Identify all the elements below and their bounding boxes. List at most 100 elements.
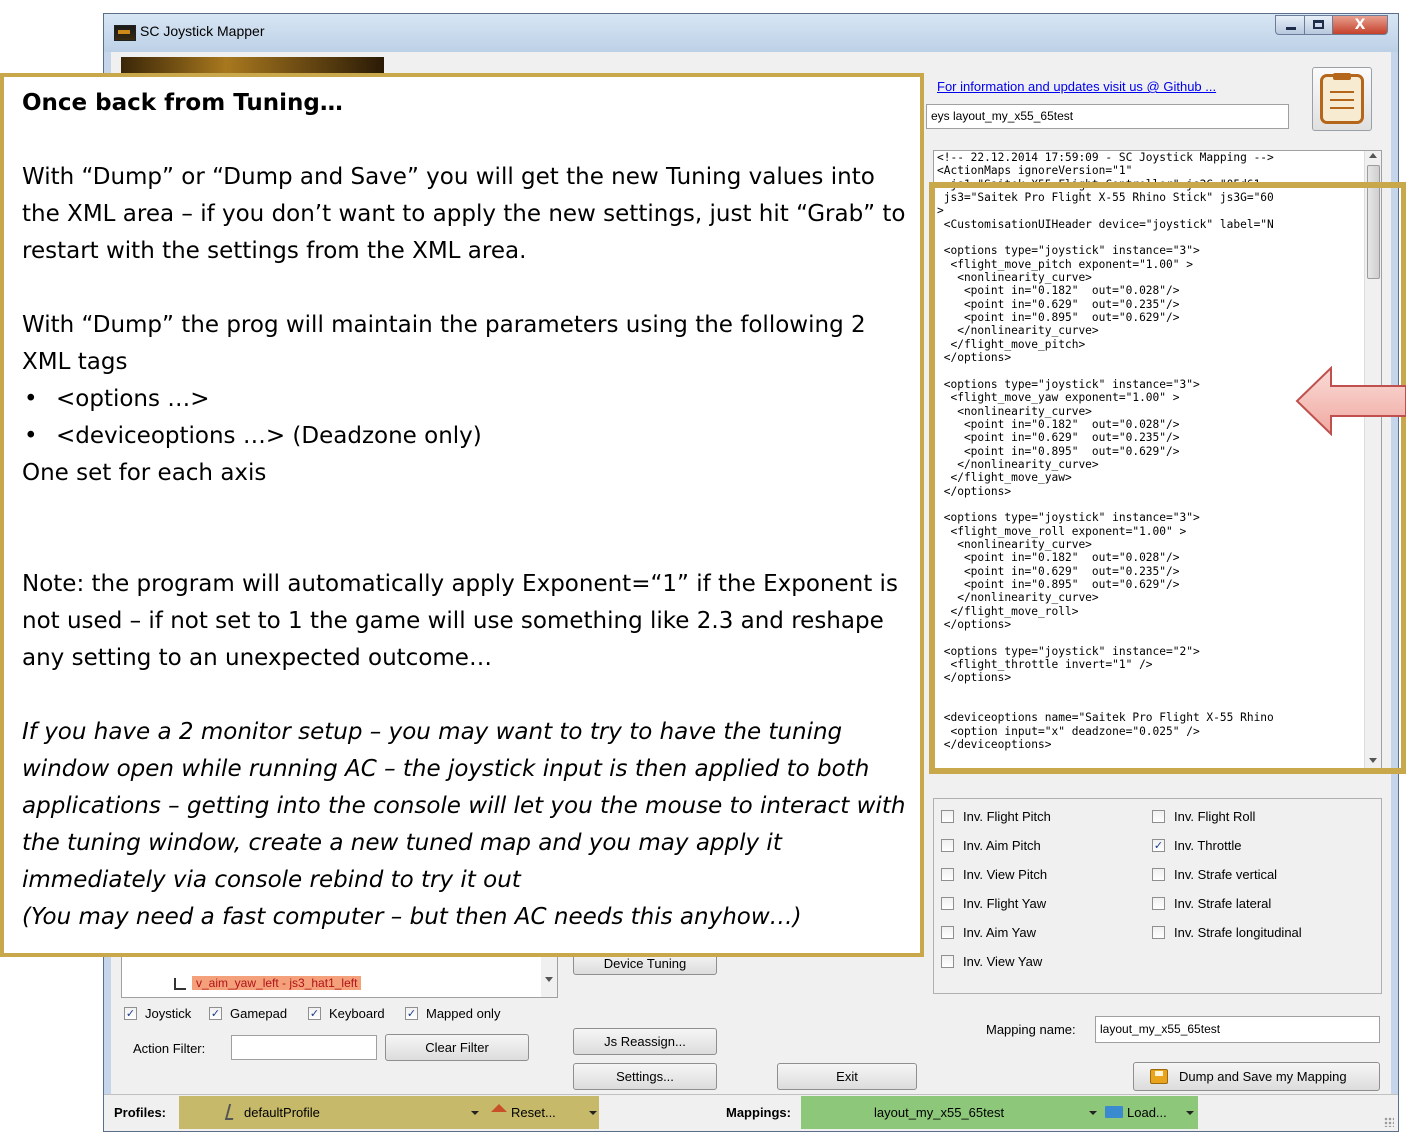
maximize-button[interactable]: [1304, 15, 1333, 35]
inv-item[interactable]: Inv. Flight Pitch: [941, 809, 1141, 827]
filter-checkbox[interactable]: ✓: [209, 1007, 222, 1020]
inv-checkbox[interactable]: [1152, 810, 1165, 823]
inv-label: Inv. Throttle: [1174, 838, 1242, 853]
reset-button[interactable]: Reset...: [511, 1105, 556, 1120]
bullet-glyph: •: [24, 423, 38, 449]
filter-gamepad[interactable]: ✓ Gamepad: [209, 1006, 309, 1024]
tree-item-icon: [174, 978, 186, 990]
title-bar[interactable]: SC Joystick Mapper X: [104, 14, 1398, 52]
app-icon: [114, 25, 136, 41]
chevron-down-icon: [1186, 1111, 1194, 1115]
inv-label: Inv. Strafe longitudinal: [1174, 925, 1302, 940]
annotation-paragraph: Note: the program will automatically app…: [22, 571, 898, 671]
tree-item-selected[interactable]: v_aim_yaw_left - js3_hat1_left: [192, 976, 362, 990]
clipboard-button[interactable]: [1312, 67, 1372, 131]
inv-checkbox[interactable]: [941, 955, 954, 968]
inv-checkbox[interactable]: [1152, 926, 1165, 939]
close-icon: X: [1354, 17, 1366, 33]
inv-item[interactable]: Inv. Strafe lateral: [1152, 896, 1352, 914]
chevron-down-icon: [545, 977, 553, 982]
inv-item[interactable]: Inv. Strafe vertical: [1152, 867, 1352, 885]
filter-label: Joystick: [145, 1006, 192, 1021]
xml-scrollbar[interactable]: [1364, 151, 1381, 772]
filter-keyboard[interactable]: ✓ Keyboard: [308, 1006, 408, 1024]
inv-checkbox[interactable]: [941, 839, 954, 852]
action-filter-input[interactable]: [231, 1035, 377, 1060]
dump-save-button[interactable]: Dump and Save my Mapping: [1133, 1062, 1380, 1091]
inv-item[interactable]: Inv. Flight Roll: [1152, 809, 1352, 827]
load-button[interactable]: Load...: [1127, 1105, 1167, 1120]
inv-checkbox[interactable]: ✓: [1152, 839, 1165, 852]
inv-label: Inv. Flight Roll: [1174, 809, 1256, 824]
inv-checkbox[interactable]: [1152, 868, 1165, 881]
annotation-text: Once back from Tuning… With “Dump” or “D…: [22, 85, 912, 936]
profile-value: defaultProfile: [244, 1105, 320, 1120]
annotation-callout: Once back from Tuning… With “Dump” or “D…: [0, 73, 924, 957]
scroll-up-icon[interactable]: [1369, 153, 1377, 158]
inv-checkbox[interactable]: [941, 926, 954, 939]
mappings-label: Mappings:: [726, 1105, 791, 1120]
annotation-paragraph: With “Dump” or “Dump and Save” you will …: [22, 164, 906, 264]
status-bar: Profiles: defaultProfile Reset... Mappin…: [104, 1094, 1398, 1131]
profiles-label: Profiles:: [114, 1105, 167, 1120]
annotation-italic: (You may need a fast computer – but then…: [22, 904, 802, 930]
scroll-thumb[interactable]: [1367, 165, 1380, 279]
mapping-name-input[interactable]: layout_my_x55_65test: [1095, 1016, 1380, 1043]
inv-checkbox[interactable]: [941, 897, 954, 910]
invert-options-panel: Inv. Flight Pitch Inv. Flight Roll Inv. …: [933, 798, 1382, 994]
js-reassign-button[interactable]: Js Reassign...: [573, 1028, 717, 1055]
xml-textbox[interactable]: <!-- 22.12.2014 17:59:09 - SC Joystick M…: [933, 150, 1382, 773]
inv-checkbox[interactable]: [1152, 897, 1165, 910]
filter-checkbox[interactable]: ✓: [405, 1007, 418, 1020]
annotation-bullet: • <options …>: [22, 381, 912, 418]
inv-checkbox[interactable]: [941, 810, 954, 823]
minimize-icon: [1286, 27, 1296, 30]
window-title: SC Joystick Mapper: [140, 23, 265, 39]
resize-grip-icon[interactable]: [1384, 1117, 1394, 1127]
inv-item[interactable]: ✓ Inv. Throttle: [1152, 838, 1352, 856]
annotation-italic: If you have a 2 monitor setup – you may …: [22, 719, 906, 893]
inv-item[interactable]: Inv. Aim Yaw: [941, 925, 1141, 943]
mapping-selector[interactable]: layout_my_x55_65test Load...: [801, 1096, 1198, 1129]
mapping-name-label: Mapping name:: [986, 1022, 1076, 1037]
inv-item[interactable]: Inv. Aim Pitch: [941, 838, 1141, 856]
filter-joystick[interactable]: ✓ Joystick: [124, 1006, 214, 1024]
filter-mapped-only[interactable]: ✓ Mapped only: [405, 1006, 525, 1024]
inv-label: Inv. Strafe lateral: [1174, 896, 1272, 911]
github-link[interactable]: For information and updates visit us @ G…: [937, 79, 1216, 94]
exit-button[interactable]: Exit: [777, 1063, 917, 1090]
filter-label: Mapped only: [426, 1006, 501, 1021]
xml-content: <!-- 22.12.2014 17:59:09 - SC Joystick M…: [937, 151, 1274, 752]
inv-item[interactable]: Inv. View Pitch: [941, 867, 1141, 885]
settings-button[interactable]: Settings...: [573, 1063, 717, 1090]
filter-label: Keyboard: [329, 1006, 385, 1021]
save-icon: [1150, 1069, 1168, 1084]
minimize-button[interactable]: [1275, 15, 1305, 35]
reset-icon: [491, 1104, 507, 1112]
scroll-down-icon[interactable]: [1369, 758, 1377, 763]
inv-checkbox[interactable]: [941, 868, 954, 881]
inv-label: Inv. Strafe vertical: [1174, 867, 1278, 882]
clear-filter-button[interactable]: Clear Filter: [385, 1034, 529, 1061]
inv-item[interactable]: Inv. View Yaw: [941, 954, 1141, 972]
filter-checkbox[interactable]: ✓: [308, 1007, 321, 1020]
profile-selector[interactable]: defaultProfile Reset...: [179, 1096, 599, 1129]
bullet-glyph: •: [24, 386, 38, 412]
dump-save-label: Dump and Save my Mapping: [1179, 1069, 1347, 1084]
annotation-paragraph: With “Dump” the prog will maintain the p…: [22, 312, 866, 375]
profile-icon: [224, 1104, 238, 1120]
keys-field[interactable]: eys layout_my_x55_65test: [926, 104, 1289, 129]
annotation-bullet: • <deviceoptions …> (Deadzone only): [22, 418, 912, 455]
maximize-icon: [1313, 20, 1324, 29]
inv-label: Inv. Flight Pitch: [963, 809, 1051, 824]
bullet-text: <options …>: [56, 386, 210, 412]
inv-item[interactable]: Inv. Flight Yaw: [941, 896, 1141, 914]
clipboard-icon: [1320, 73, 1364, 124]
inv-item[interactable]: Inv. Strafe longitudinal: [1152, 925, 1372, 943]
close-button[interactable]: X: [1332, 15, 1388, 35]
annotation-heading: Once back from Tuning…: [22, 90, 343, 116]
arrow-left-icon: [1295, 366, 1406, 436]
filter-label: Gamepad: [230, 1006, 288, 1021]
inv-label: Inv. View Yaw: [963, 954, 1043, 969]
filter-checkbox[interactable]: ✓: [124, 1007, 137, 1020]
